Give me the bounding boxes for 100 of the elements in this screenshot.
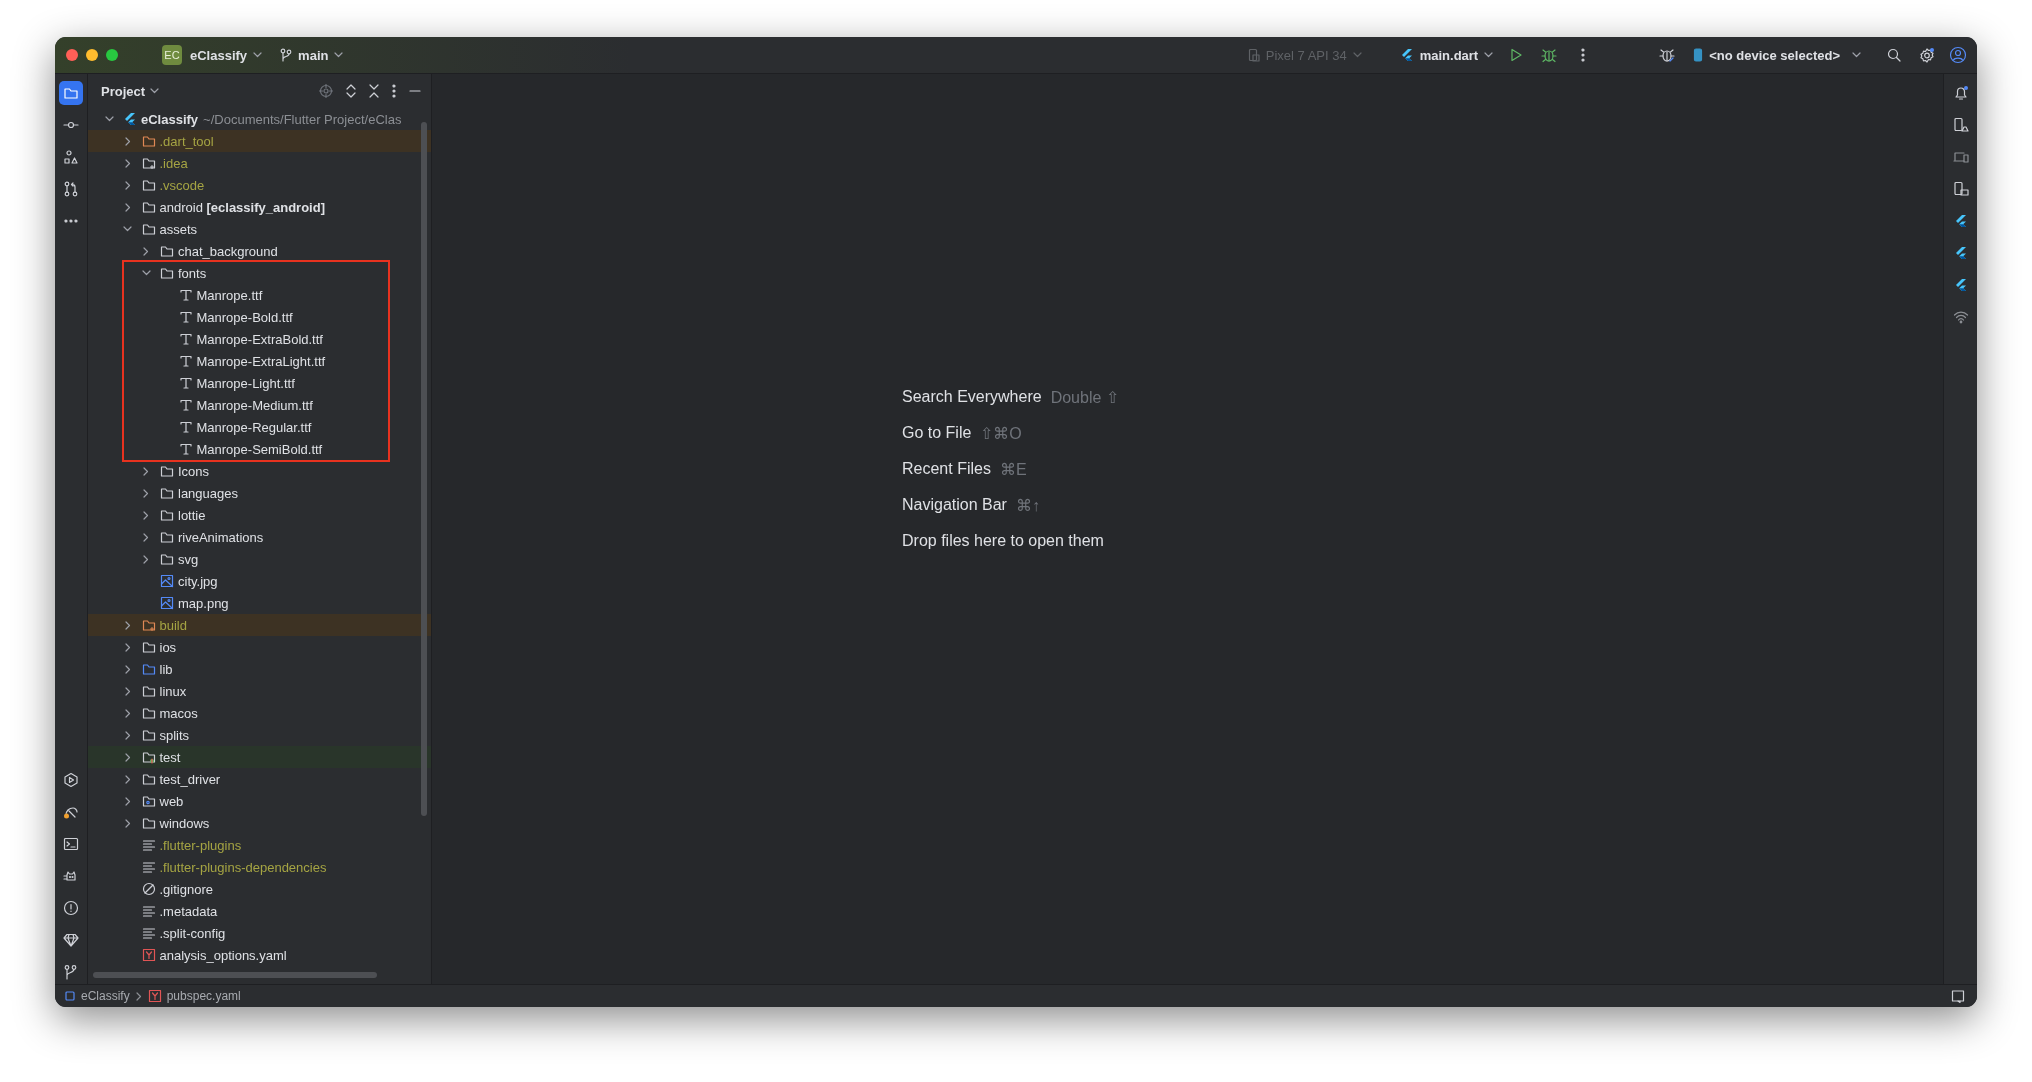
read-mode-icon[interactable] xyxy=(1951,989,1965,1003)
scrollbar[interactable] xyxy=(93,972,377,978)
tree-item[interactable]: .flutter-plugins xyxy=(88,834,431,856)
chevron-right-icon[interactable] xyxy=(143,510,149,520)
chevron-right-icon[interactable] xyxy=(124,158,131,168)
tree-item[interactable]: android [eclassify_android] xyxy=(88,196,431,218)
chevron-right-icon[interactable] xyxy=(124,796,131,806)
chevron-right-icon[interactable] xyxy=(124,730,131,740)
chevron-down-icon[interactable] xyxy=(123,226,132,232)
tree-item[interactable]: Icons xyxy=(88,460,431,482)
tree-item[interactable]: Manrope-Light.ttf xyxy=(124,372,388,394)
tree-item[interactable]: .dart_tool xyxy=(88,130,431,152)
options-icon[interactable] xyxy=(392,84,396,98)
chevron-right-icon[interactable] xyxy=(124,818,131,828)
chevron-right-icon[interactable] xyxy=(124,774,131,784)
tree-item[interactable]: test_driver xyxy=(88,768,431,790)
collapse-all-icon[interactable] xyxy=(369,84,379,98)
tree-item[interactable]: Manrope-Regular.ttf xyxy=(124,416,388,438)
tree-item[interactable]: city.jpg xyxy=(88,570,431,592)
tree-item[interactable]: Manrope-SemiBold.ttf xyxy=(124,438,388,460)
tree-item[interactable]: Manrope-ExtraBold.ttf xyxy=(124,328,388,350)
tree-item[interactable]: .idea xyxy=(88,152,431,174)
breadcrumb[interactable]: eClassify xyxy=(64,989,130,1003)
tree-item[interactable]: windows xyxy=(88,812,431,834)
tree-item[interactable]: .flutter-plugins-dependencies xyxy=(88,856,431,878)
action-label[interactable]: Recent Files xyxy=(902,460,991,478)
chevron-right-icon[interactable] xyxy=(124,180,131,190)
chevron-right-icon[interactable] xyxy=(143,246,149,256)
device-manager-icon[interactable] xyxy=(1952,117,1969,133)
chevron-right-icon[interactable] xyxy=(143,488,149,498)
tree-item[interactable]: ios xyxy=(88,636,431,658)
chevron-right-icon[interactable] xyxy=(124,686,131,696)
tree-item[interactable]: map.png xyxy=(88,592,431,614)
bug-icon[interactable] xyxy=(1659,47,1676,63)
panel-title[interactable]: Project xyxy=(101,83,160,99)
chevron-right-icon[interactable] xyxy=(143,532,149,542)
hide-icon[interactable] xyxy=(409,89,421,93)
tree-item[interactable]: .gitignore xyxy=(88,878,431,900)
run-services-icon[interactable] xyxy=(63,772,79,788)
run-config-selector[interactable]: main.dart xyxy=(1399,47,1494,63)
more-icon[interactable] xyxy=(1581,48,1586,62)
bug-icon[interactable] xyxy=(1541,47,1558,63)
tree-item[interactable]: analysis_options.yaml xyxy=(88,944,431,966)
tree-item[interactable]: Manrope.ttf xyxy=(124,284,388,306)
tree-item[interactable]: .split-config xyxy=(88,922,431,944)
minimize-button[interactable] xyxy=(86,49,98,61)
chevron-right-icon[interactable] xyxy=(124,664,131,674)
branch-selector[interactable]: main xyxy=(280,47,344,63)
expand-all-icon[interactable] xyxy=(346,84,356,98)
chevron-right-icon[interactable] xyxy=(124,620,131,630)
run-icon[interactable] xyxy=(1509,48,1524,62)
chevron-right-icon[interactable] xyxy=(124,708,131,718)
chevron-down-icon[interactable] xyxy=(104,116,114,122)
tree-item[interactable]: test xyxy=(88,746,431,768)
problems-icon[interactable] xyxy=(63,900,79,916)
tree-item[interactable]: eClassify ~/Documents/Flutter Project/eClas xyxy=(88,108,431,130)
wifi-icon[interactable] xyxy=(1952,310,1969,324)
tree-item[interactable]: Manrope-Medium.ttf xyxy=(124,394,388,416)
zoom-button[interactable] xyxy=(106,49,118,61)
account-icon[interactable] xyxy=(1949,46,1967,64)
tree-item[interactable]: macos xyxy=(88,702,431,724)
tree-item[interactable]: build xyxy=(88,614,431,636)
chevron-right-icon[interactable] xyxy=(124,136,131,146)
tree-item[interactable]: splits xyxy=(88,724,431,746)
chevron-right-icon[interactable] xyxy=(143,466,149,476)
locate-icon[interactable] xyxy=(319,84,333,98)
settings-icon[interactable] xyxy=(1919,47,1935,63)
close-button[interactable] xyxy=(66,49,78,61)
project-selector[interactable]: eClassify xyxy=(190,47,263,63)
chevron-right-icon[interactable] xyxy=(124,202,131,212)
tree-item[interactable]: Manrope-Bold.ttf xyxy=(124,306,388,328)
devices-icon[interactable] xyxy=(1952,149,1969,165)
tree-item[interactable]: fonts xyxy=(124,262,388,284)
action-label[interactable]: Go to File xyxy=(902,424,972,442)
tree-item[interactable]: chat_background xyxy=(88,240,431,262)
mirroring-icon[interactable] xyxy=(1952,181,1969,197)
structure-icon[interactable] xyxy=(63,149,79,165)
tree-item[interactable]: .metadata xyxy=(88,900,431,922)
device-selector[interactable]: <no device selected> xyxy=(1693,47,1861,63)
tree-item[interactable]: .vscode xyxy=(88,174,431,196)
tree-item[interactable]: svg xyxy=(88,548,431,570)
action-label[interactable]: Search Everywhere xyxy=(902,388,1042,406)
tree-item[interactable]: lottie xyxy=(88,504,431,526)
more-icon[interactable] xyxy=(64,219,78,223)
chevron-down-icon[interactable] xyxy=(141,270,151,276)
git-icon[interactable] xyxy=(63,964,79,980)
tree-item[interactable]: assets xyxy=(88,218,431,240)
tree-item[interactable]: Manrope-ExtraLight.ttf xyxy=(124,350,388,372)
action-label[interactable]: Navigation Bar xyxy=(902,496,1007,514)
folder-icon[interactable] xyxy=(63,85,79,101)
tree-item[interactable]: web xyxy=(88,790,431,812)
chevron-right-icon[interactable] xyxy=(124,642,131,652)
scrollbar[interactable] xyxy=(421,122,427,816)
pull-request-icon[interactable] xyxy=(63,181,79,197)
tree-item[interactable]: languages xyxy=(88,482,431,504)
chevron-right-icon[interactable] xyxy=(143,554,149,564)
chevron-right-icon[interactable] xyxy=(124,752,131,762)
tree-item[interactable]: riveAnimations xyxy=(88,526,431,548)
terminal-icon[interactable] xyxy=(63,836,79,852)
tree-item[interactable]: lib xyxy=(88,658,431,680)
